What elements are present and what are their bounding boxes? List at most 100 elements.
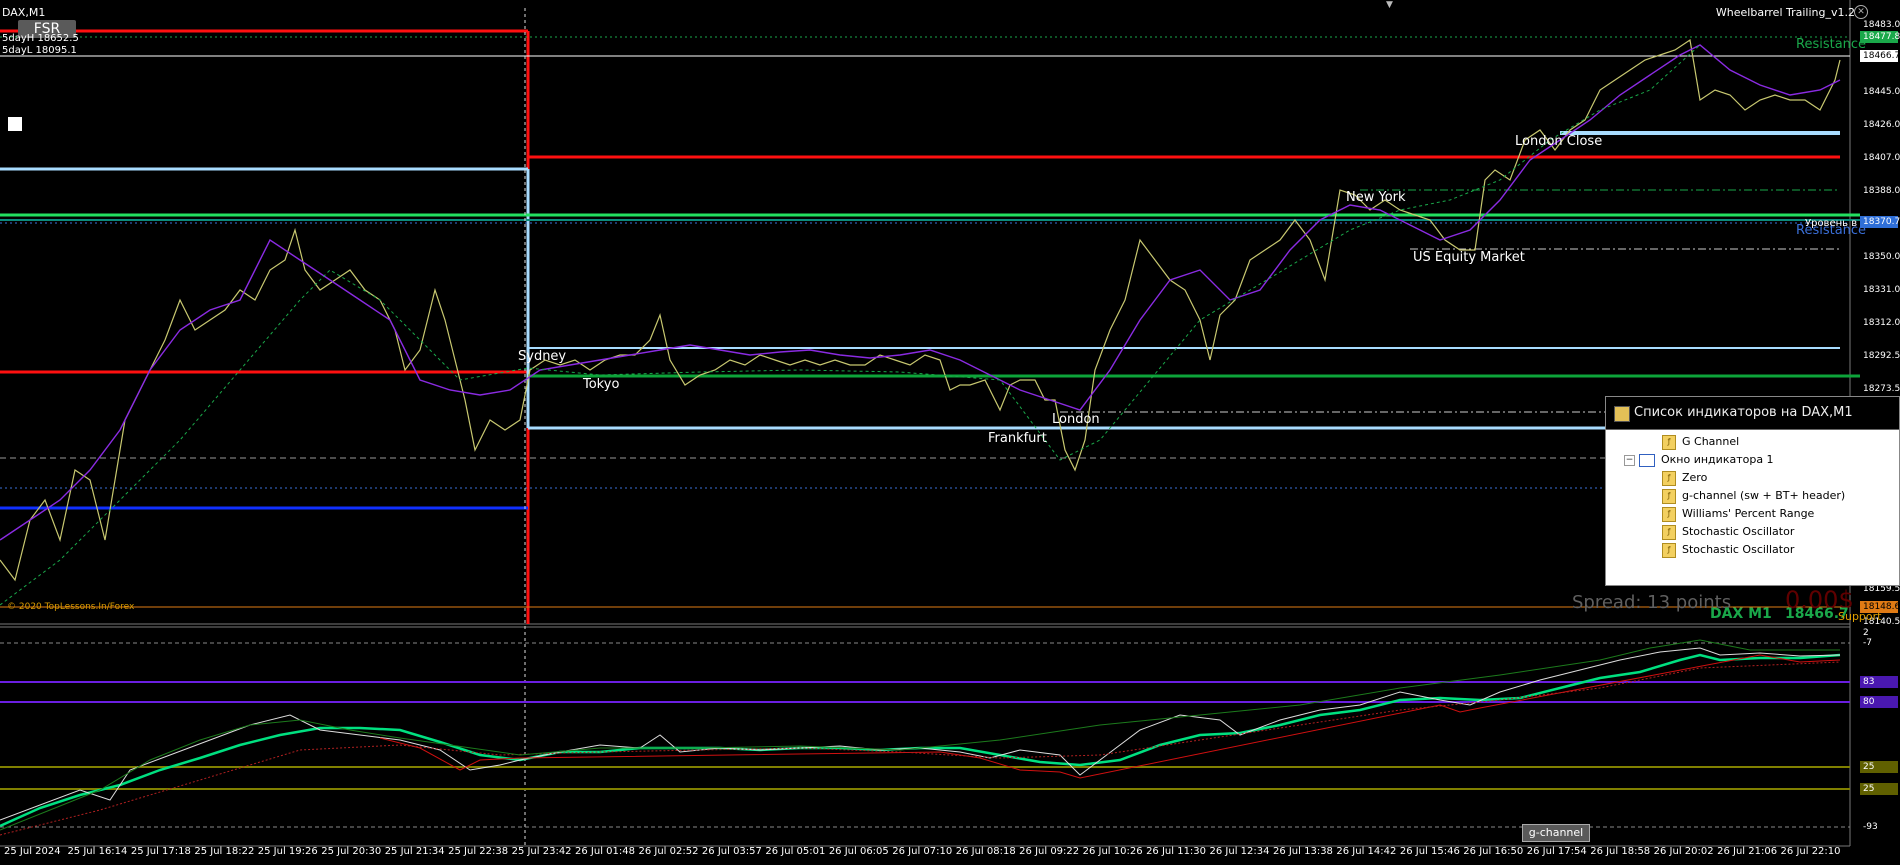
indicator-list-window-icon — [1614, 406, 1630, 422]
time-axis-label: 26 Jul 17:54 — [1526, 846, 1587, 857]
time-axis-label: 26 Jul 12:34 — [1209, 846, 1270, 857]
time-axis: 25 Jul 2024 25 Jul 16:14 25 Jul 17:18 25 Ju… — [0, 846, 1850, 865]
indicator-icon: ƒ — [1662, 524, 1676, 540]
time-axis-label: 26 Jul 22:10 — [1780, 846, 1841, 857]
indicator-icon: ƒ — [1662, 506, 1676, 522]
sub-tick: -7 — [1863, 638, 1872, 648]
tree-item-label: g-channel (sw + BT+ header) — [1682, 489, 1846, 502]
time-axis-label: 26 Jul 15:46 — [1399, 846, 1460, 857]
price-tick: 18312.0 — [1863, 318, 1900, 328]
indicator-icon: ƒ — [1662, 488, 1676, 504]
indicator-list-title: Список индикаторов на DAX,M1 — [1634, 405, 1853, 420]
close-icon[interactable]: ✕ — [1854, 5, 1868, 19]
collapse-icon[interactable]: − — [1624, 454, 1635, 466]
sub-level-tag: 25 — [1860, 783, 1898, 795]
symbol-timeframe-readout: DAX M1 — [1710, 606, 1772, 622]
five-day-low: 5dayL 18095.1 — [2, 45, 77, 56]
symbol-title: DAX,M1 — [2, 6, 46, 19]
time-axis-label: 25 Jul 16:14 — [67, 846, 128, 857]
time-axis-label: 26 Jul 02:52 — [638, 846, 699, 857]
sub-level-tag: 25 — [1860, 761, 1898, 773]
price-tick: 18426.0 — [1863, 120, 1900, 130]
session-label-frankfurt: Frankfurt — [988, 431, 1047, 446]
five-day-high: 5dayH 18652.5 — [2, 33, 79, 44]
session-label-new-york: New York — [1346, 190, 1406, 205]
session-label-london: London — [1052, 412, 1100, 427]
resistance-label-top: Resistance — [1796, 37, 1867, 52]
session-label-tokyo: Tokyo — [583, 377, 620, 392]
session-label-sydney: Sydney — [518, 349, 567, 364]
expert-advisor-label: Wheelbarrel Trailing_v1.2 — [1715, 6, 1855, 19]
indicator-icon: ƒ — [1662, 542, 1676, 558]
sub-level-tag: 83 — [1860, 676, 1898, 688]
tree-item-label: Stochastic Oscillator — [1682, 525, 1795, 538]
time-axis-label: 26 Jul 07:10 — [892, 846, 953, 857]
tree-item-stochastic-1[interactable]: ƒ Stochastic Oscillator — [1662, 524, 1794, 540]
time-axis-label: 25 Jul 19:26 — [257, 846, 318, 857]
time-axis-label: 26 Jul 16:50 — [1463, 846, 1524, 857]
g-channel-raw — [0, 647, 1841, 821]
support-label: Support — [1838, 610, 1882, 623]
time-axis-label: 26 Jul 08:18 — [955, 846, 1016, 857]
price-tick: 18388.0 — [1863, 186, 1900, 196]
time-axis-label: 25 Jul 20:30 — [321, 846, 382, 857]
price-tick: 18483.0 — [1863, 20, 1900, 30]
sub-level-tag: 80 — [1860, 696, 1898, 708]
indicator-icon: ƒ — [1662, 434, 1676, 450]
tree-item-label: Stochastic Oscillator — [1682, 543, 1795, 556]
sub-tick: -93 — [1863, 822, 1878, 832]
time-axis-label: 26 Jul 18:58 — [1590, 846, 1651, 857]
tree-item-g-channel-sw[interactable]: ƒ g-channel (sw + BT+ header) — [1662, 488, 1845, 504]
time-axis-label: 25 Jul 23:42 — [511, 846, 572, 857]
indicator-list-titlebar[interactable]: Список индикаторов на DAX,M1 — [1606, 397, 1899, 430]
tree-item-zero[interactable]: ƒ Zero — [1662, 470, 1707, 486]
tree-item-stochastic-2[interactable]: ƒ Stochastic Oscillator — [1662, 542, 1794, 558]
tree-item-label: Zero — [1682, 471, 1708, 484]
time-axis-label: 25 Jul 21:34 — [384, 846, 445, 857]
session-label-london-close: London Close — [1515, 134, 1603, 149]
indicator-icon: ƒ — [1662, 470, 1676, 486]
tree-item-label: G Channel — [1682, 435, 1740, 448]
time-axis-label: 26 Jul 03:57 — [701, 846, 762, 857]
time-axis-label: 26 Jul 13:38 — [1272, 846, 1333, 857]
time-axis-label: 26 Jul 14:42 — [1336, 846, 1397, 857]
purple-moving-average — [0, 44, 1841, 541]
chart-shift-marker-icon[interactable]: ▼ — [1386, 0, 1393, 10]
indicator-list-window[interactable]: Список индикаторов на DAX,M1 ƒG Channel … — [1605, 396, 1900, 586]
time-axis-label: 25 Jul 22:38 — [448, 846, 509, 857]
time-axis-label: 25 Jul 2024 — [4, 846, 61, 857]
price-tick: 18331.0 — [1863, 285, 1900, 295]
spread-readout: Spread: 13 points — [1572, 592, 1732, 613]
copyright-text: © 2020 TopLessons.In/Forex — [7, 602, 135, 612]
green-dashed-trend — [0, 44, 1701, 606]
time-axis-label: 26 Jul 01:48 — [575, 846, 635, 857]
tree-item-label: Окно индикатора 1 — [1661, 453, 1774, 466]
time-axis-label: 26 Jul 06:05 — [828, 846, 889, 857]
checkbox-square[interactable] — [8, 117, 22, 131]
time-axis-label: 26 Jul 10:26 — [1082, 846, 1143, 857]
time-axis-label: 26 Jul 20:02 — [1653, 846, 1714, 857]
level-label-ru: Уровень в — [1805, 218, 1858, 229]
time-axis-label: 26 Jul 05:01 — [765, 846, 826, 857]
time-axis-label: 26 Jul 21:06 — [1717, 846, 1778, 857]
g-channel-indicator-tag[interactable]: g-channel — [1522, 824, 1590, 842]
sub-tick: 2 — [1863, 628, 1869, 638]
price-tick: 18273.5 — [1863, 384, 1900, 394]
price-tick: 18350.0 — [1863, 252, 1900, 262]
price-tick: 18292.5 — [1863, 351, 1900, 361]
time-axis-label: 26 Jul 11:30 — [1146, 846, 1207, 857]
window-icon — [1639, 453, 1655, 467]
tree-item-g-channel[interactable]: ƒ G Channel — [1662, 434, 1739, 450]
price-tick: 18407.0 — [1863, 153, 1900, 163]
tree-item-indicator-window[interactable]: − Окно индикатора 1 — [1624, 452, 1774, 468]
price-line — [0, 38, 1841, 582]
g-channel-red — [379, 654, 1841, 779]
time-axis-label: 25 Jul 17:18 — [130, 846, 191, 857]
g-channel-oscillator — [0, 653, 1841, 828]
price-tick: 18445.0 — [1863, 87, 1900, 97]
time-axis-label: 25 Jul 18:22 — [194, 846, 255, 857]
tree-item-label: Williams' Percent Range — [1682, 507, 1815, 520]
time-axis-label: 26 Jul 09:22 — [1019, 846, 1080, 857]
session-label-us-equity: US Equity Market — [1413, 250, 1525, 265]
tree-item-williams-percent-range[interactable]: ƒ Williams' Percent Range — [1662, 506, 1814, 522]
